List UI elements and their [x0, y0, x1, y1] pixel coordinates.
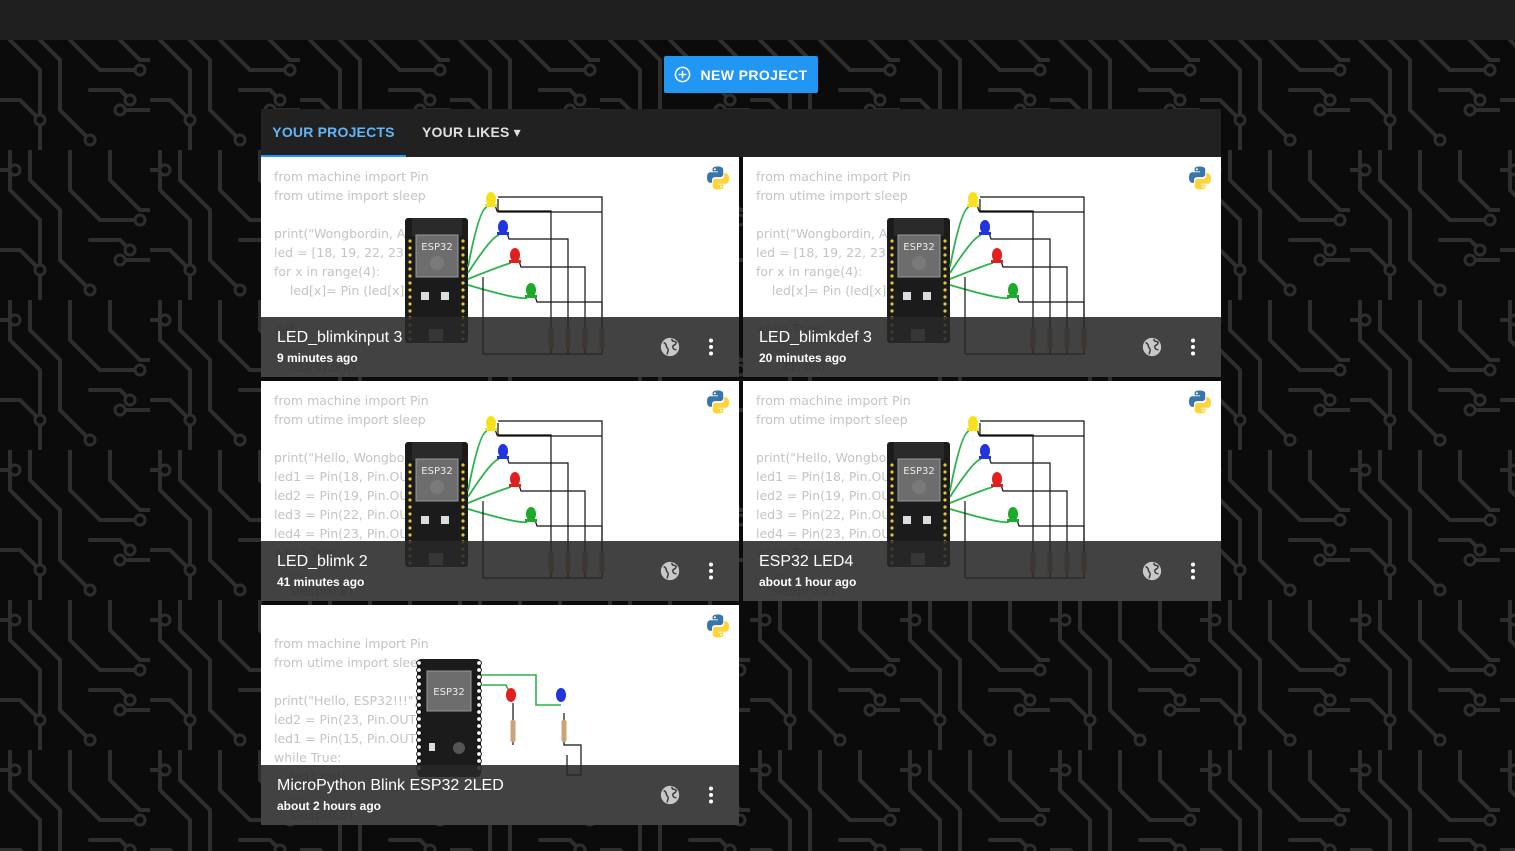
board-label: ESP32 [903, 466, 934, 477]
more-vert-icon[interactable] [698, 782, 724, 808]
tab-your-projects[interactable]: YOUR PROJECTS [261, 109, 406, 157]
project-timestamp: about 1 hour ago [759, 575, 857, 589]
card-footer: LED_blimkdef 3 20 minutes ago [743, 317, 1221, 377]
globe-icon[interactable] [659, 784, 681, 806]
card-footer: LED_blimkinput 3 9 minutes ago [261, 317, 739, 377]
more-vert-icon[interactable] [1180, 334, 1206, 360]
more-vert-icon[interactable] [698, 334, 724, 360]
project-card-2[interactable]: from machine import Pin from utime impor… [743, 157, 1221, 377]
tab-your-likes[interactable]: YOUR LIKES ▾ [422, 109, 521, 157]
project-title[interactable]: MicroPython Blink ESP32 2LED [277, 777, 504, 795]
project-timestamp: 41 minutes ago [277, 575, 365, 589]
add-circle-icon [675, 66, 691, 83]
board-label: ESP32 [421, 466, 452, 477]
python-icon [707, 166, 729, 190]
project-card-1[interactable]: from machine import Pin from utime impor… [261, 157, 739, 377]
projects-panel: YOUR PROJECTS YOUR LIKES ▾ [261, 109, 1221, 157]
project-title[interactable]: LED_blimk 2 [277, 553, 368, 571]
new-project-label: NEW PROJECT [700, 66, 808, 83]
python-icon [1189, 166, 1211, 190]
project-card-5[interactable]: from machine import Pin from utime impor… [261, 605, 739, 825]
project-timestamp: about 2 hours ago [277, 799, 382, 813]
project-timestamp: 9 minutes ago [277, 351, 358, 365]
tab-bar: YOUR PROJECTS YOUR LIKES ▾ [261, 109, 1221, 157]
more-vert-icon[interactable] [698, 558, 724, 584]
python-icon [707, 390, 729, 414]
more-vert-icon[interactable] [1180, 558, 1206, 584]
board-label: ESP32 [903, 242, 934, 253]
globe-icon[interactable] [1141, 560, 1163, 582]
globe-icon[interactable] [1141, 336, 1163, 358]
project-timestamp: 20 minutes ago [759, 351, 847, 365]
new-project-button[interactable]: NEW PROJECT [664, 56, 818, 93]
card-footer: LED_blimk 2 41 minutes ago [261, 541, 739, 601]
project-title[interactable]: ESP32 LED4 [759, 553, 853, 571]
card-footer: ESP32 LED4 about 1 hour ago [743, 541, 1221, 601]
project-card-4[interactable]: from machine import Pin from utime impor… [743, 381, 1221, 601]
top-bar [0, 0, 1515, 40]
card-footer: MicroPython Blink ESP32 2LED about 2 hou… [261, 765, 739, 825]
project-card-3[interactable]: from machine import Pin from utime impor… [261, 381, 739, 601]
board-label: ESP32 [421, 242, 452, 253]
board-label: ESP32 [433, 687, 464, 698]
globe-icon[interactable] [659, 336, 681, 358]
project-title[interactable]: LED_blimkdef 3 [759, 329, 872, 347]
globe-icon[interactable] [659, 560, 681, 582]
python-icon [1189, 390, 1211, 414]
project-title[interactable]: LED_blimkinput 3 [277, 329, 402, 347]
python-icon [707, 614, 729, 638]
